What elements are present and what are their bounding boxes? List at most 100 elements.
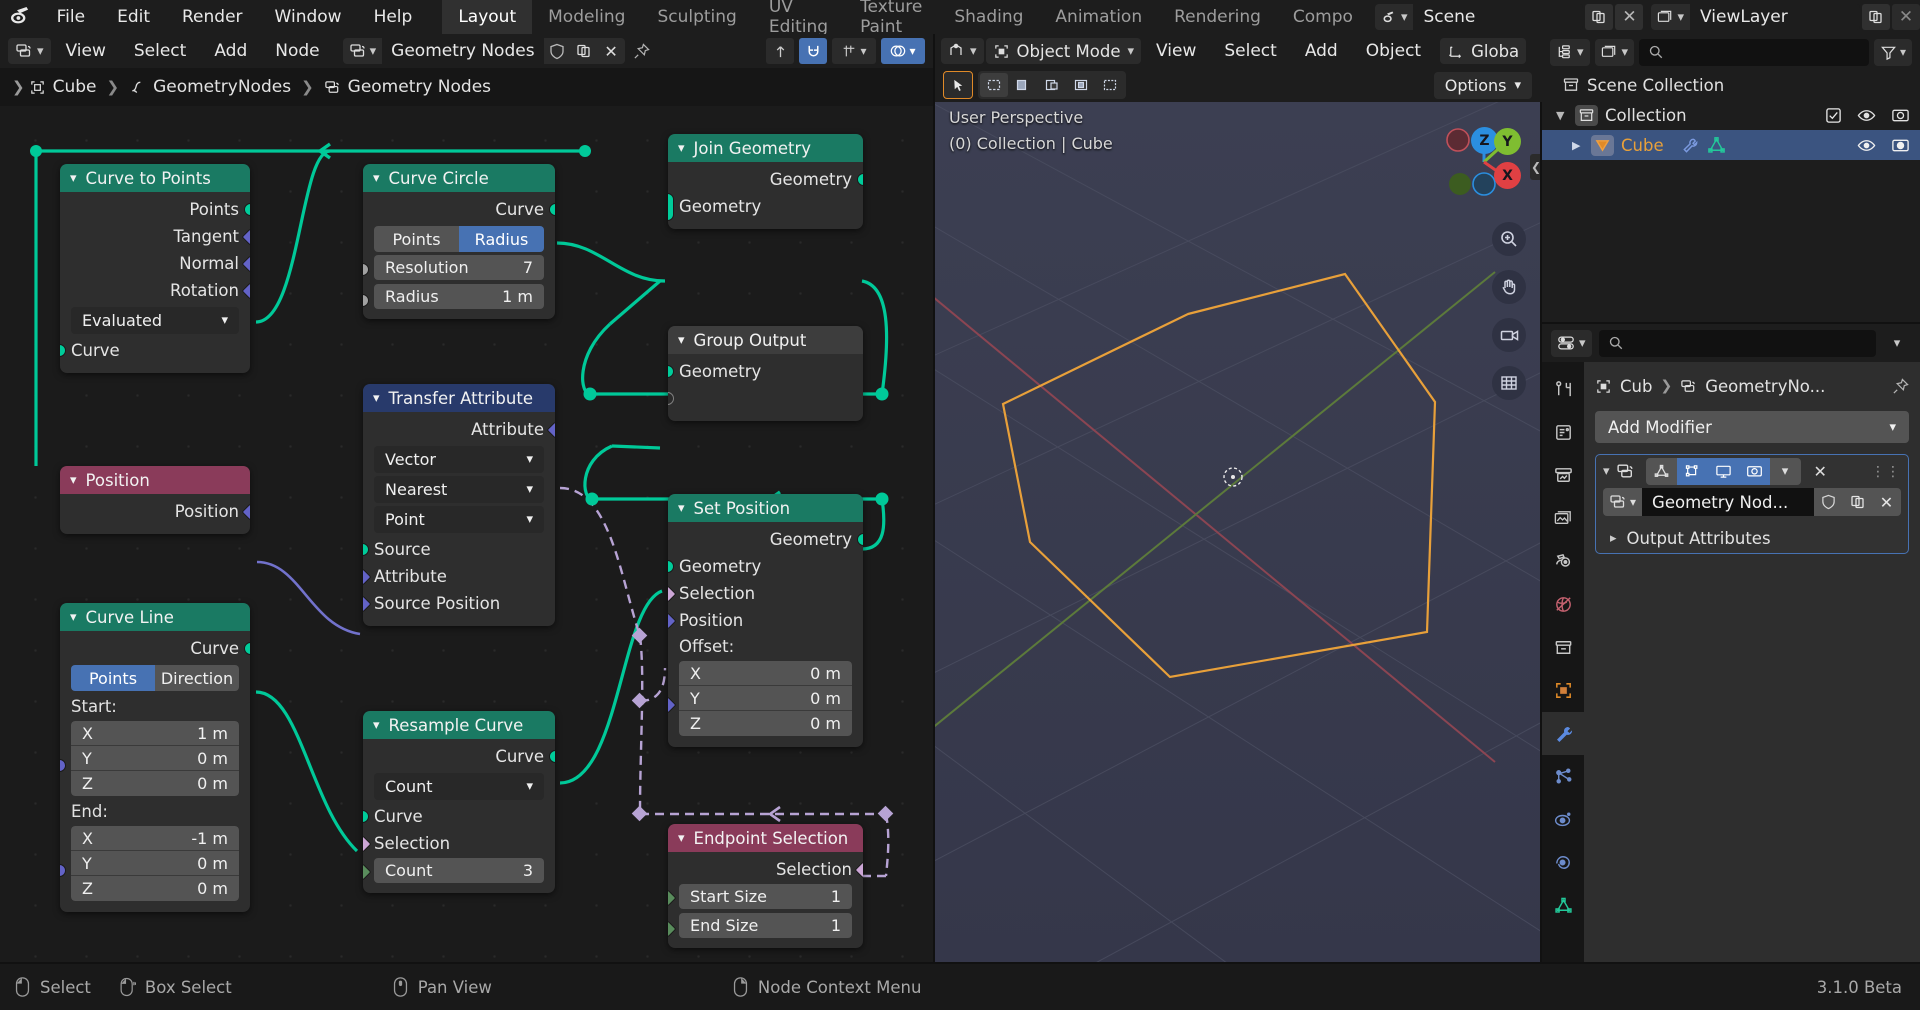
tab-shading[interactable]: Shading [938, 0, 1039, 34]
select-mode-group[interactable] [978, 71, 1126, 99]
breadcrumb-object[interactable]: Cube [29, 77, 96, 97]
chevron-down-icon[interactable]: ▾ [678, 141, 685, 156]
select-extend-icon[interactable] [1009, 73, 1037, 97]
realtime-display-icon[interactable] [1707, 458, 1739, 485]
node-field-start-size[interactable]: Start Size 1 [679, 884, 852, 909]
select-intersect-icon[interactable] [1096, 73, 1124, 97]
field-end-z[interactable]: Z 0 m [71, 876, 239, 901]
tab-physics[interactable] [1542, 798, 1584, 841]
tab-compositing[interactable]: Compo [1277, 0, 1369, 34]
outliner-search-input[interactable] [1639, 38, 1869, 66]
socket-vector-end[interactable] [60, 864, 66, 877]
node-header[interactable]: ▾ Curve to Points [60, 164, 250, 192]
cage-display-icon[interactable] [1676, 458, 1708, 485]
new-nodetree-icon[interactable] [570, 38, 598, 64]
node-transfer-attribute[interactable]: ▾ Transfer Attribute Attribute Vector ▾ … [363, 384, 555, 626]
viewport-menu-object[interactable]: Object [1353, 38, 1434, 64]
socket-geometry[interactable] [244, 203, 250, 216]
modifier-display-toggles[interactable]: ▾ [1645, 458, 1801, 485]
menu-file[interactable]: File [41, 0, 101, 34]
render-display-icon[interactable] [1738, 458, 1770, 485]
toggle-radius[interactable]: Radius [459, 226, 544, 252]
node-output-curve[interactable]: Curve [363, 743, 555, 770]
tab-animation[interactable]: Animation [1039, 0, 1158, 34]
viewport-menu-add[interactable]: Add [1292, 38, 1351, 64]
field-offset-x[interactable]: X 0 m [679, 661, 852, 686]
node-curve-to-points[interactable]: ▾ Curve to Points Points Tangent Normal … [60, 164, 250, 373]
modifier-extras-dropdown[interactable]: ▾ [1769, 458, 1801, 485]
node-resample-curve[interactable]: ▾ Resample Curve Curve Count ▾ Curve Sel… [363, 711, 555, 893]
node-output-geometry[interactable]: Geometry [668, 526, 863, 553]
close-icon[interactable]: ✕ [1814, 462, 1827, 481]
node-output-selection[interactable]: Selection [668, 856, 863, 883]
tab-render[interactable] [1542, 411, 1584, 454]
socket-geometry[interactable] [549, 750, 555, 763]
socket-geometry[interactable] [60, 344, 66, 357]
breadcrumb-object-label[interactable]: Cub [1620, 377, 1652, 396]
toggle-points[interactable]: Points [374, 226, 459, 252]
navigation-gizmo[interactable]: Z Y X [1436, 114, 1532, 210]
socket-vector[interactable] [363, 595, 372, 612]
modifier-wrench-icon[interactable] [1681, 136, 1700, 155]
socket-virtual[interactable] [668, 392, 674, 405]
scene-name-field[interactable]: Scene [1413, 4, 1584, 30]
add-modifier-button[interactable]: Add Modifier ▾ [1595, 411, 1909, 443]
node-field-offset[interactable]: X 0 m Y 0 m Z 0 m [679, 661, 852, 736]
node-menu-add[interactable]: Add [201, 38, 260, 64]
hand-pan-icon[interactable] [1492, 270, 1526, 304]
field-offset-y[interactable]: Y 0 m [679, 686, 852, 711]
tab-modeling[interactable]: Modeling [532, 0, 641, 34]
eye-icon[interactable] [1857, 136, 1876, 155]
outliner-row-collection[interactable]: ▼ Collection [1542, 100, 1920, 130]
node-output-attribute[interactable]: Attribute [363, 416, 555, 443]
socket-geometry[interactable] [668, 365, 674, 378]
node-output-curve[interactable]: Curve [363, 196, 555, 223]
node-output-rotation[interactable]: Rotation [60, 277, 250, 304]
node-output-tangent[interactable]: Tangent [60, 223, 250, 250]
socket-bool[interactable] [854, 861, 863, 878]
editor-type-selector[interactable]: ▾ [8, 38, 51, 64]
node-input-curve[interactable]: Curve [60, 337, 250, 364]
tab-uv-editing[interactable]: UV Editing [753, 0, 844, 37]
outliner-row-cube[interactable]: ▶ Cube [1542, 130, 1920, 160]
node-header[interactable]: ▾ Curve Circle [363, 164, 555, 192]
node-input-geometry[interactable]: Geometry [668, 192, 863, 221]
node-mode-toggle[interactable]: Points Direction [71, 665, 239, 691]
expander-right-icon[interactable]: ▶ [1572, 139, 1584, 152]
overlays-icon[interactable]: ▾ [881, 38, 925, 64]
tab-output[interactable] [1542, 454, 1584, 497]
field-start-y[interactable]: Y 0 m [71, 746, 239, 771]
socket-vector-offset[interactable] [668, 696, 677, 714]
tab-object-data[interactable] [1542, 884, 1584, 927]
node-dropdown-mode[interactable]: Count ▾ [374, 773, 544, 800]
chevron-down-icon[interactable]: ▾ [373, 718, 380, 733]
node-dropdown-mode[interactable]: Evaluated ▾ [71, 307, 239, 334]
node-group-output[interactable]: ▾ Group Output Geometry [668, 326, 863, 421]
tab-particles[interactable] [1542, 755, 1584, 798]
socket-bool[interactable] [363, 835, 372, 852]
socket-vector[interactable] [363, 568, 372, 585]
output-attributes-panel[interactable]: ▸ Output Attributes [1596, 523, 1908, 553]
grid-ortho-icon[interactable] [1492, 366, 1526, 400]
node-menu-select[interactable]: Select [121, 38, 199, 64]
node-header[interactable]: ▾ Group Output [668, 326, 863, 354]
socket-int[interactable] [668, 920, 677, 938]
select-box-icon[interactable] [980, 73, 1008, 97]
menu-render[interactable]: Render [166, 0, 259, 34]
socket-geometry[interactable] [244, 642, 250, 655]
node-header[interactable]: ▾ Position [60, 466, 250, 494]
camera-icon[interactable] [1492, 318, 1526, 352]
camera-icon[interactable] [1891, 136, 1910, 155]
tab-scene[interactable] [1542, 540, 1584, 583]
socket-geometry-multi[interactable] [668, 192, 674, 221]
node-input-source[interactable]: Source [363, 536, 555, 563]
node-dropdown-mapping[interactable]: Nearest ▾ [374, 476, 544, 503]
transform-orientation-selector[interactable]: Globa [1440, 38, 1527, 64]
delete-scene-button[interactable]: ✕ [1615, 4, 1644, 30]
node-input-virtual[interactable] [668, 385, 863, 412]
node-canvas[interactable]: ▾ Curve to Points Points Tangent Normal … [0, 106, 935, 964]
node-join-geometry[interactable]: ▾ Join Geometry Geometry Geometry [668, 134, 863, 229]
tab-world[interactable] [1542, 583, 1584, 626]
tab-texture-paint[interactable]: Texture Paint [844, 0, 938, 37]
tab-sculpting[interactable]: Sculpting [641, 0, 752, 34]
